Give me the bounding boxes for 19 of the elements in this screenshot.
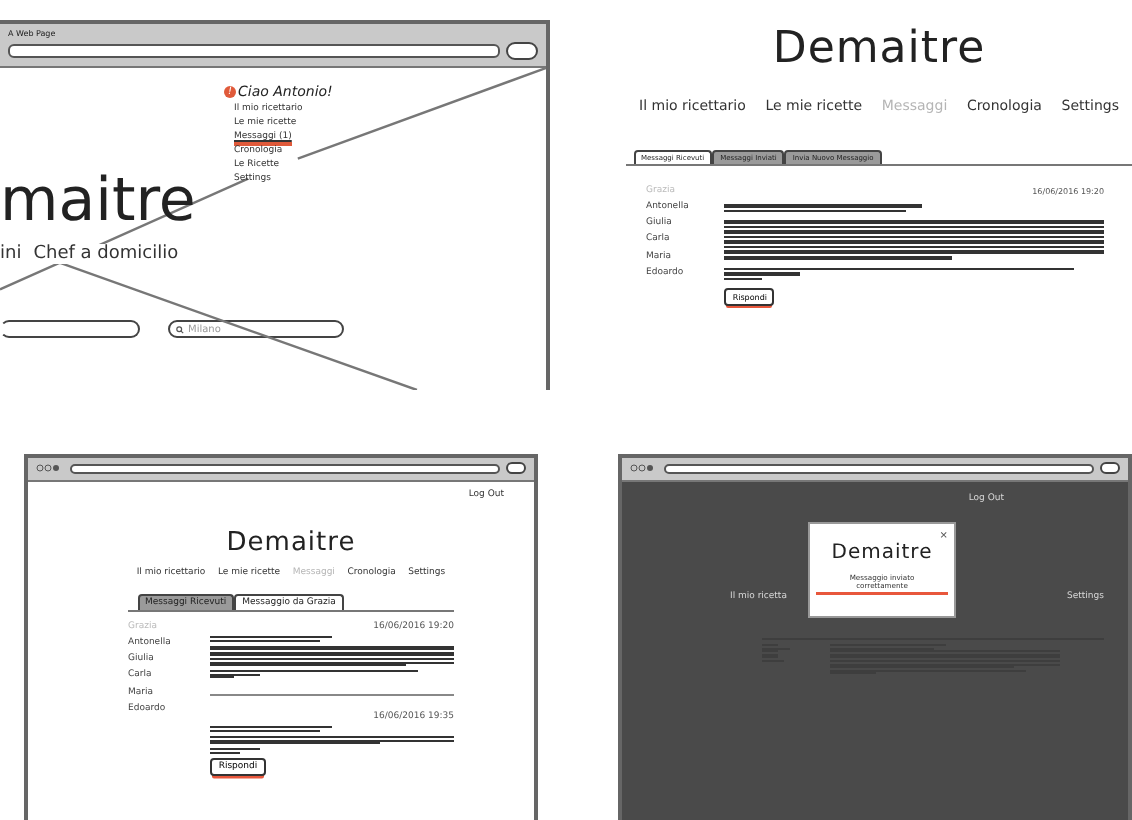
search-icon — [176, 325, 184, 333]
address-field[interactable] — [70, 463, 500, 473]
tagline-text: ini — [0, 244, 22, 264]
redacted-text-drawing — [210, 726, 333, 732]
tagline-text: Chef a domicilio — [33, 244, 179, 264]
brand-title: Demaitre — [831, 542, 933, 564]
redacted-text-drawing — [210, 636, 333, 642]
browser-button[interactable] — [506, 42, 538, 60]
brand-title: Demaitre — [224, 528, 358, 558]
brand-title: maitre — [0, 172, 196, 232]
browser-button[interactable] — [1100, 462, 1120, 474]
input-field[interactable] — [0, 320, 140, 338]
browser-button[interactable] — [506, 462, 526, 474]
redacted-text-drawing — [210, 748, 260, 754]
address-field[interactable] — [8, 44, 500, 58]
address-field[interactable] — [664, 463, 1094, 473]
window-controls-icon — [630, 464, 658, 472]
window-controls-icon — [36, 464, 64, 472]
brand-title: Demaitre — [770, 24, 988, 74]
